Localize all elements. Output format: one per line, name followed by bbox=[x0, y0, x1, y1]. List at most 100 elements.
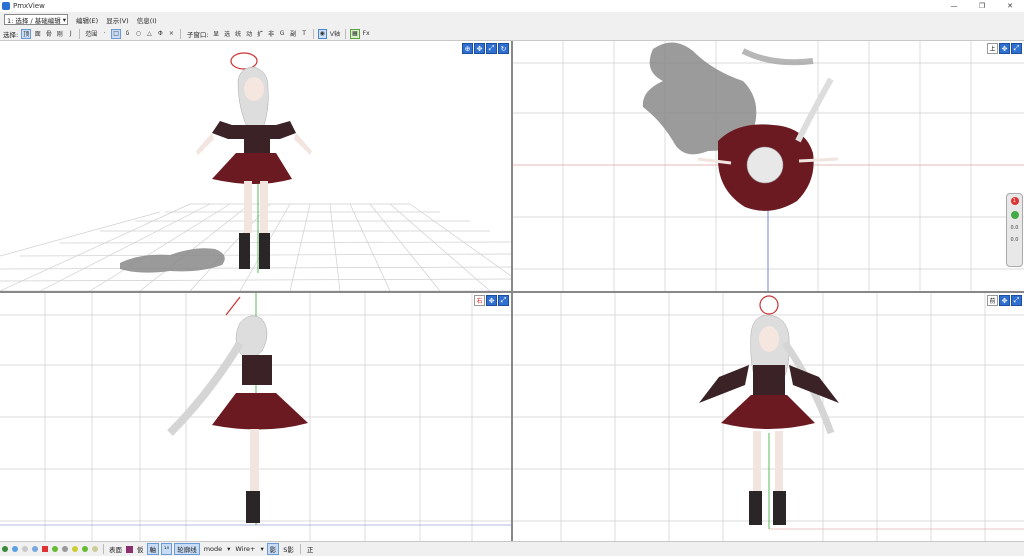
alert-badge[interactable]: 1 bbox=[1010, 197, 1019, 205]
zoom-icon[interactable]: ⊕ bbox=[462, 43, 473, 54]
gray-dot-icon[interactable] bbox=[62, 546, 68, 552]
temp-label[interactable]: 仮 bbox=[137, 544, 144, 554]
select-rigid-button[interactable]: 刚 bbox=[55, 29, 64, 39]
select-joint-button[interactable]: J bbox=[66, 29, 75, 39]
range-button[interactable]: 范围 bbox=[84, 29, 98, 39]
face-dot-icon[interactable] bbox=[12, 546, 18, 552]
shape-phi-button[interactable]: Φ bbox=[156, 29, 165, 39]
self-shadow-button[interactable]: S影 bbox=[281, 544, 296, 554]
rigid-dot-icon[interactable] bbox=[32, 546, 38, 552]
shape-delta-button[interactable]: δ bbox=[123, 29, 132, 39]
view-right-label: 右 bbox=[474, 295, 485, 306]
lock-icon[interactable] bbox=[92, 546, 98, 552]
viewport-grid: 上 ✥ ⤢ 右 ✥ ⤢ 前 ✥ ⤢ ⊕ ✥ ⤢ ↻ bbox=[0, 41, 1024, 541]
move-icon[interactable]: ✥ bbox=[999, 295, 1010, 306]
number-button[interactable]: ¹⁰ bbox=[161, 543, 173, 555]
shape-dot-button[interactable]: · bbox=[100, 29, 109, 39]
viewport-front[interactable]: 前 ✥ ⤢ bbox=[513, 293, 1024, 541]
select-label: 选择: bbox=[3, 30, 19, 39]
rotate-icon[interactable]: ⤢ bbox=[498, 295, 509, 306]
shape-cross-button[interactable]: × bbox=[167, 29, 176, 39]
statusbar-divider bbox=[103, 544, 104, 554]
rotate-icon[interactable]: ⤢ bbox=[486, 43, 497, 54]
top-scene bbox=[513, 41, 1024, 291]
mode-dropdown[interactable]: mode bbox=[202, 544, 224, 554]
fx-button[interactable]: Fx bbox=[362, 29, 371, 39]
sub-window-label: 子窗口: bbox=[186, 30, 209, 39]
toolbar-divider bbox=[179, 28, 181, 39]
window-title: PmxView bbox=[13, 2, 45, 10]
right-scene bbox=[0, 293, 511, 541]
wire-dropdown[interactable]: Wire+ bbox=[233, 544, 257, 554]
sub-display-button[interactable]: 显 bbox=[212, 29, 221, 39]
maximize-button[interactable]: ❐ bbox=[968, 0, 996, 12]
app-icon bbox=[2, 2, 10, 10]
viewport-top[interactable]: 上 ✥ ⤢ bbox=[513, 41, 1024, 291]
sub-expand-button[interactable]: 扩 bbox=[256, 29, 265, 39]
sub-g-button[interactable]: G bbox=[278, 29, 287, 39]
status-indicator bbox=[1010, 211, 1019, 219]
front-scene bbox=[513, 293, 1024, 541]
sub-non-button[interactable]: 非 bbox=[267, 29, 276, 39]
perspective-controls: ⊕ ✥ ⤢ ↻ bbox=[462, 43, 509, 54]
select-vertex-button[interactable]: 顶 bbox=[21, 28, 32, 39]
select-bone-button[interactable]: 骨 bbox=[44, 29, 53, 39]
surface-label[interactable]: 表面 bbox=[109, 544, 122, 554]
shape-circle-button[interactable]: ○ bbox=[134, 29, 143, 39]
axis-button[interactable]: 軸 bbox=[146, 543, 159, 555]
toolbar: 选择: 顶 面 骨 刚 J 范围 · □ δ ○ △ Φ × 子窗口: 显 选 … bbox=[0, 27, 1024, 41]
mode-select-value: 1: 选择 / 基础编辑 bbox=[7, 16, 61, 25]
sub-t-button[interactable]: T bbox=[300, 29, 309, 39]
close-button[interactable]: ✕ bbox=[996, 0, 1024, 12]
toolbar-divider bbox=[312, 28, 314, 39]
view-front-label: 前 bbox=[987, 295, 998, 306]
select-face-button[interactable]: 面 bbox=[33, 29, 42, 39]
perspective-scene bbox=[0, 52, 511, 291]
reset-icon[interactable]: ↻ bbox=[498, 43, 509, 54]
rotate-icon[interactable]: ⤢ bbox=[1011, 295, 1022, 306]
sub-stats-button[interactable]: 统 bbox=[234, 29, 243, 39]
status-bar: 表面 仮 軸 ¹⁰ 轮廓线 mode ▾ Wire+ ▾ 影 S影 正 bbox=[0, 541, 1024, 556]
sub-sub-button[interactable]: 副 bbox=[289, 29, 298, 39]
bone-dot-icon[interactable] bbox=[22, 546, 28, 552]
toolbar-divider bbox=[344, 28, 346, 39]
chevron-down-icon: ▾ bbox=[62, 15, 66, 24]
chevron-down-icon: ▾ bbox=[260, 545, 264, 553]
view-top-label: 上 bbox=[987, 43, 998, 54]
menu-edit[interactable]: 编辑(E) bbox=[76, 15, 98, 25]
minimize-button[interactable]: — bbox=[940, 0, 968, 12]
sub-motion-button[interactable]: 动 bbox=[245, 29, 254, 39]
shape-triangle-button[interactable]: △ bbox=[145, 29, 154, 39]
viewport-perspective[interactable] bbox=[0, 41, 511, 291]
viewport-right[interactable]: 右 ✥ ⤢ bbox=[0, 293, 511, 541]
front-button[interactable]: 正 bbox=[305, 544, 316, 554]
shape-rect-button[interactable]: □ bbox=[111, 28, 121, 39]
triangle-red-icon[interactable] bbox=[42, 546, 48, 552]
yellow-dot-icon[interactable] bbox=[72, 546, 78, 552]
vertex-dot-icon[interactable] bbox=[2, 546, 8, 552]
title-bar: PmxView — ❐ ✕ bbox=[0, 0, 1024, 12]
statusbar-divider bbox=[299, 544, 301, 554]
vaxis-button[interactable]: V轴 bbox=[329, 29, 341, 39]
menu-bar: 1: 选择 / 基础编辑 ▾ 编辑(E) 显示(V) 信息(I) bbox=[0, 12, 1024, 27]
side-panel: 1 0.0 0.0 bbox=[1006, 193, 1023, 267]
side-value-1: 0.0 bbox=[1010, 225, 1019, 231]
menu-info[interactable]: 信息(I) bbox=[137, 15, 157, 25]
vaxis-icon[interactable]: ◉ bbox=[317, 28, 327, 39]
outline-button[interactable]: 轮廓线 bbox=[174, 543, 200, 555]
green-bar-icon[interactable] bbox=[82, 546, 88, 552]
move-icon[interactable]: ✥ bbox=[999, 43, 1010, 54]
green-dot-icon[interactable] bbox=[52, 546, 58, 552]
rotate-icon[interactable]: ⤢ bbox=[1011, 43, 1022, 54]
material-color-icon[interactable] bbox=[126, 545, 133, 553]
grid-icon[interactable]: ▦ bbox=[349, 28, 360, 39]
side-value-2: 0.0 bbox=[1010, 237, 1019, 243]
mode-select[interactable]: 1: 选择 / 基础编辑 ▾ bbox=[4, 14, 68, 25]
move-icon[interactable]: ✥ bbox=[474, 43, 485, 54]
toolbar-divider bbox=[79, 28, 81, 39]
move-icon[interactable]: ✥ bbox=[486, 295, 497, 306]
menu-view[interactable]: 显示(V) bbox=[106, 15, 129, 25]
sub-select-button[interactable]: 选 bbox=[223, 29, 232, 39]
chevron-down-icon: ▾ bbox=[227, 545, 231, 553]
shadow-button[interactable]: 影 bbox=[266, 543, 280, 555]
